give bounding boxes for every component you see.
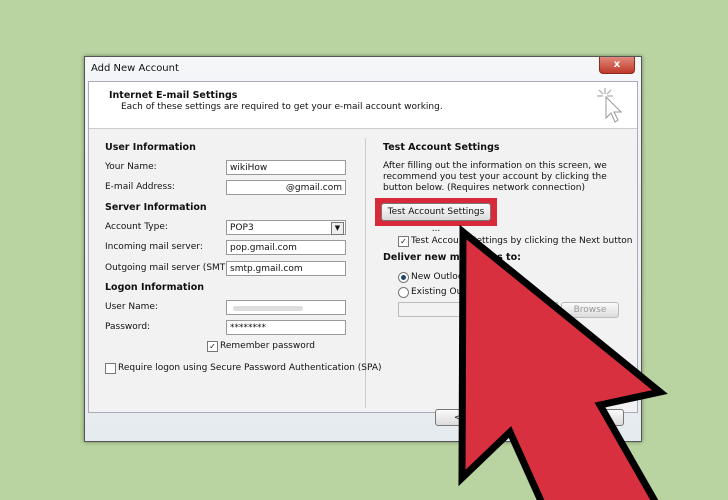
pointer-arrow-icon — [458, 224, 668, 500]
